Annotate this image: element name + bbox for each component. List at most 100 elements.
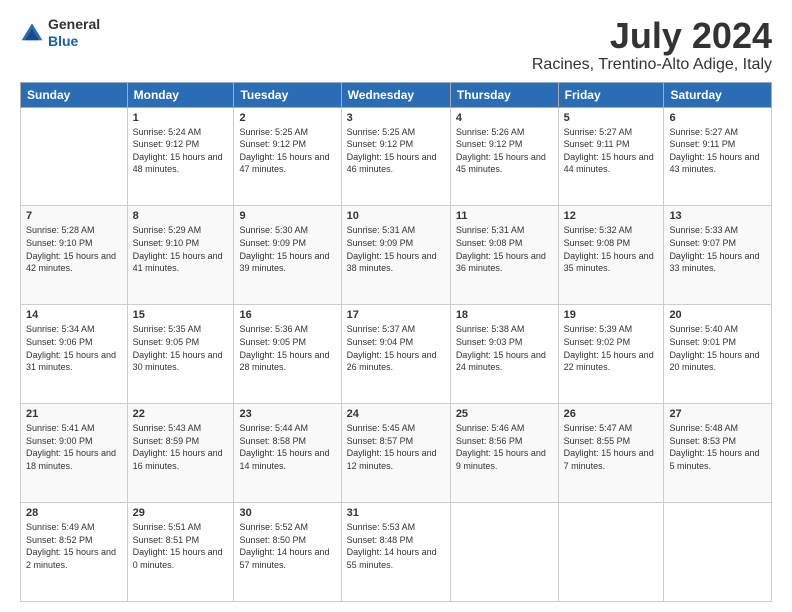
day-info: Sunrise: 5:28 AMSunset: 9:10 PMDaylight:… <box>26 224 122 274</box>
day-cell: 31 Sunrise: 5:53 AMSunset: 8:48 PMDaylig… <box>341 503 450 602</box>
logo-general: General <box>48 16 100 32</box>
page-header: General Blue July 2024 Racines, Trentino… <box>20 16 772 74</box>
week-row-1: 1 Sunrise: 5:24 AMSunset: 9:12 PMDayligh… <box>21 107 772 206</box>
day-cell: 28 Sunrise: 5:49 AMSunset: 8:52 PMDaylig… <box>21 503 128 602</box>
logo-icon <box>20 21 44 45</box>
day-info: Sunrise: 5:25 AMSunset: 9:12 PMDaylight:… <box>239 126 335 176</box>
day-info: Sunrise: 5:33 AMSunset: 9:07 PMDaylight:… <box>669 224 766 274</box>
day-number: 21 <box>26 408 122 420</box>
day-number: 28 <box>26 507 122 519</box>
header-wednesday: Wednesday <box>341 82 450 107</box>
day-number: 29 <box>133 507 229 519</box>
day-number: 24 <box>347 408 445 420</box>
day-cell: 27 Sunrise: 5:48 AMSunset: 8:53 PMDaylig… <box>664 404 772 503</box>
day-info: Sunrise: 5:25 AMSunset: 9:12 PMDaylight:… <box>347 126 445 176</box>
day-cell: 24 Sunrise: 5:45 AMSunset: 8:57 PMDaylig… <box>341 404 450 503</box>
day-number: 16 <box>239 309 335 321</box>
day-cell: 7 Sunrise: 5:28 AMSunset: 9:10 PMDayligh… <box>21 206 128 305</box>
day-info: Sunrise: 5:36 AMSunset: 9:05 PMDaylight:… <box>239 323 335 373</box>
day-number: 14 <box>26 309 122 321</box>
day-cell: 18 Sunrise: 5:38 AMSunset: 9:03 PMDaylig… <box>450 305 558 404</box>
day-info: Sunrise: 5:27 AMSunset: 9:11 PMDaylight:… <box>564 126 659 176</box>
day-cell <box>450 503 558 602</box>
day-cell: 13 Sunrise: 5:33 AMSunset: 9:07 PMDaylig… <box>664 206 772 305</box>
week-row-3: 14 Sunrise: 5:34 AMSunset: 9:06 PMDaylig… <box>21 305 772 404</box>
day-cell: 20 Sunrise: 5:40 AMSunset: 9:01 PMDaylig… <box>664 305 772 404</box>
day-info: Sunrise: 5:35 AMSunset: 9:05 PMDaylight:… <box>133 323 229 373</box>
day-info: Sunrise: 5:30 AMSunset: 9:09 PMDaylight:… <box>239 224 335 274</box>
day-info: Sunrise: 5:29 AMSunset: 9:10 PMDaylight:… <box>133 224 229 274</box>
header-saturday: Saturday <box>664 82 772 107</box>
day-number: 18 <box>456 309 553 321</box>
day-cell: 4 Sunrise: 5:26 AMSunset: 9:12 PMDayligh… <box>450 107 558 206</box>
day-number: 5 <box>564 112 659 124</box>
week-row-4: 21 Sunrise: 5:41 AMSunset: 9:00 PMDaylig… <box>21 404 772 503</box>
day-cell: 15 Sunrise: 5:35 AMSunset: 9:05 PMDaylig… <box>127 305 234 404</box>
day-number: 27 <box>669 408 766 420</box>
day-number: 2 <box>239 112 335 124</box>
day-cell: 2 Sunrise: 5:25 AMSunset: 9:12 PMDayligh… <box>234 107 341 206</box>
day-number: 6 <box>669 112 766 124</box>
day-cell: 1 Sunrise: 5:24 AMSunset: 9:12 PMDayligh… <box>127 107 234 206</box>
header-thursday: Thursday <box>450 82 558 107</box>
day-cell: 26 Sunrise: 5:47 AMSunset: 8:55 PMDaylig… <box>558 404 664 503</box>
logo-blue: Blue <box>48 33 78 49</box>
day-number: 17 <box>347 309 445 321</box>
day-cell: 19 Sunrise: 5:39 AMSunset: 9:02 PMDaylig… <box>558 305 664 404</box>
day-info: Sunrise: 5:37 AMSunset: 9:04 PMDaylight:… <box>347 323 445 373</box>
day-number: 22 <box>133 408 229 420</box>
day-cell: 16 Sunrise: 5:36 AMSunset: 9:05 PMDaylig… <box>234 305 341 404</box>
week-row-5: 28 Sunrise: 5:49 AMSunset: 8:52 PMDaylig… <box>21 503 772 602</box>
day-cell <box>558 503 664 602</box>
day-cell: 6 Sunrise: 5:27 AMSunset: 9:11 PMDayligh… <box>664 107 772 206</box>
header-tuesday: Tuesday <box>234 82 341 107</box>
day-number: 26 <box>564 408 659 420</box>
day-cell: 23 Sunrise: 5:44 AMSunset: 8:58 PMDaylig… <box>234 404 341 503</box>
day-info: Sunrise: 5:47 AMSunset: 8:55 PMDaylight:… <box>564 422 659 472</box>
day-info: Sunrise: 5:53 AMSunset: 8:48 PMDaylight:… <box>347 521 445 571</box>
day-info: Sunrise: 5:31 AMSunset: 9:08 PMDaylight:… <box>456 224 553 274</box>
day-number: 7 <box>26 210 122 222</box>
day-info: Sunrise: 5:45 AMSunset: 8:57 PMDaylight:… <box>347 422 445 472</box>
day-cell <box>664 503 772 602</box>
day-cell: 30 Sunrise: 5:52 AMSunset: 8:50 PMDaylig… <box>234 503 341 602</box>
day-number: 20 <box>669 309 766 321</box>
day-number: 31 <box>347 507 445 519</box>
day-info: Sunrise: 5:46 AMSunset: 8:56 PMDaylight:… <box>456 422 553 472</box>
day-cell: 5 Sunrise: 5:27 AMSunset: 9:11 PMDayligh… <box>558 107 664 206</box>
logo: General Blue <box>20 16 100 50</box>
day-cell: 11 Sunrise: 5:31 AMSunset: 9:08 PMDaylig… <box>450 206 558 305</box>
header-monday: Monday <box>127 82 234 107</box>
day-number: 4 <box>456 112 553 124</box>
day-number: 15 <box>133 309 229 321</box>
day-cell: 3 Sunrise: 5:25 AMSunset: 9:12 PMDayligh… <box>341 107 450 206</box>
day-info: Sunrise: 5:31 AMSunset: 9:09 PMDaylight:… <box>347 224 445 274</box>
day-cell: 17 Sunrise: 5:37 AMSunset: 9:04 PMDaylig… <box>341 305 450 404</box>
day-cell: 10 Sunrise: 5:31 AMSunset: 9:09 PMDaylig… <box>341 206 450 305</box>
month-year-title: July 2024 <box>532 16 772 56</box>
day-info: Sunrise: 5:27 AMSunset: 9:11 PMDaylight:… <box>669 126 766 176</box>
day-number: 13 <box>669 210 766 222</box>
day-info: Sunrise: 5:39 AMSunset: 9:02 PMDaylight:… <box>564 323 659 373</box>
day-cell: 12 Sunrise: 5:32 AMSunset: 9:08 PMDaylig… <box>558 206 664 305</box>
day-info: Sunrise: 5:51 AMSunset: 8:51 PMDaylight:… <box>133 521 229 571</box>
day-number: 12 <box>564 210 659 222</box>
day-info: Sunrise: 5:40 AMSunset: 9:01 PMDaylight:… <box>669 323 766 373</box>
day-info: Sunrise: 5:48 AMSunset: 8:53 PMDaylight:… <box>669 422 766 472</box>
day-info: Sunrise: 5:34 AMSunset: 9:06 PMDaylight:… <box>26 323 122 373</box>
day-number: 1 <box>133 112 229 124</box>
day-info: Sunrise: 5:26 AMSunset: 9:12 PMDaylight:… <box>456 126 553 176</box>
day-number: 23 <box>239 408 335 420</box>
day-number: 11 <box>456 210 553 222</box>
location-subtitle: Racines, Trentino-Alto Adige, Italy <box>532 56 772 74</box>
day-cell: 29 Sunrise: 5:51 AMSunset: 8:51 PMDaylig… <box>127 503 234 602</box>
day-number: 9 <box>239 210 335 222</box>
title-block: July 2024 Racines, Trentino-Alto Adige, … <box>532 16 772 74</box>
day-number: 19 <box>564 309 659 321</box>
day-cell: 21 Sunrise: 5:41 AMSunset: 9:00 PMDaylig… <box>21 404 128 503</box>
logo-text: General Blue <box>48 16 100 50</box>
day-info: Sunrise: 5:32 AMSunset: 9:08 PMDaylight:… <box>564 224 659 274</box>
day-cell: 14 Sunrise: 5:34 AMSunset: 9:06 PMDaylig… <box>21 305 128 404</box>
week-row-2: 7 Sunrise: 5:28 AMSunset: 9:10 PMDayligh… <box>21 206 772 305</box>
day-info: Sunrise: 5:44 AMSunset: 8:58 PMDaylight:… <box>239 422 335 472</box>
